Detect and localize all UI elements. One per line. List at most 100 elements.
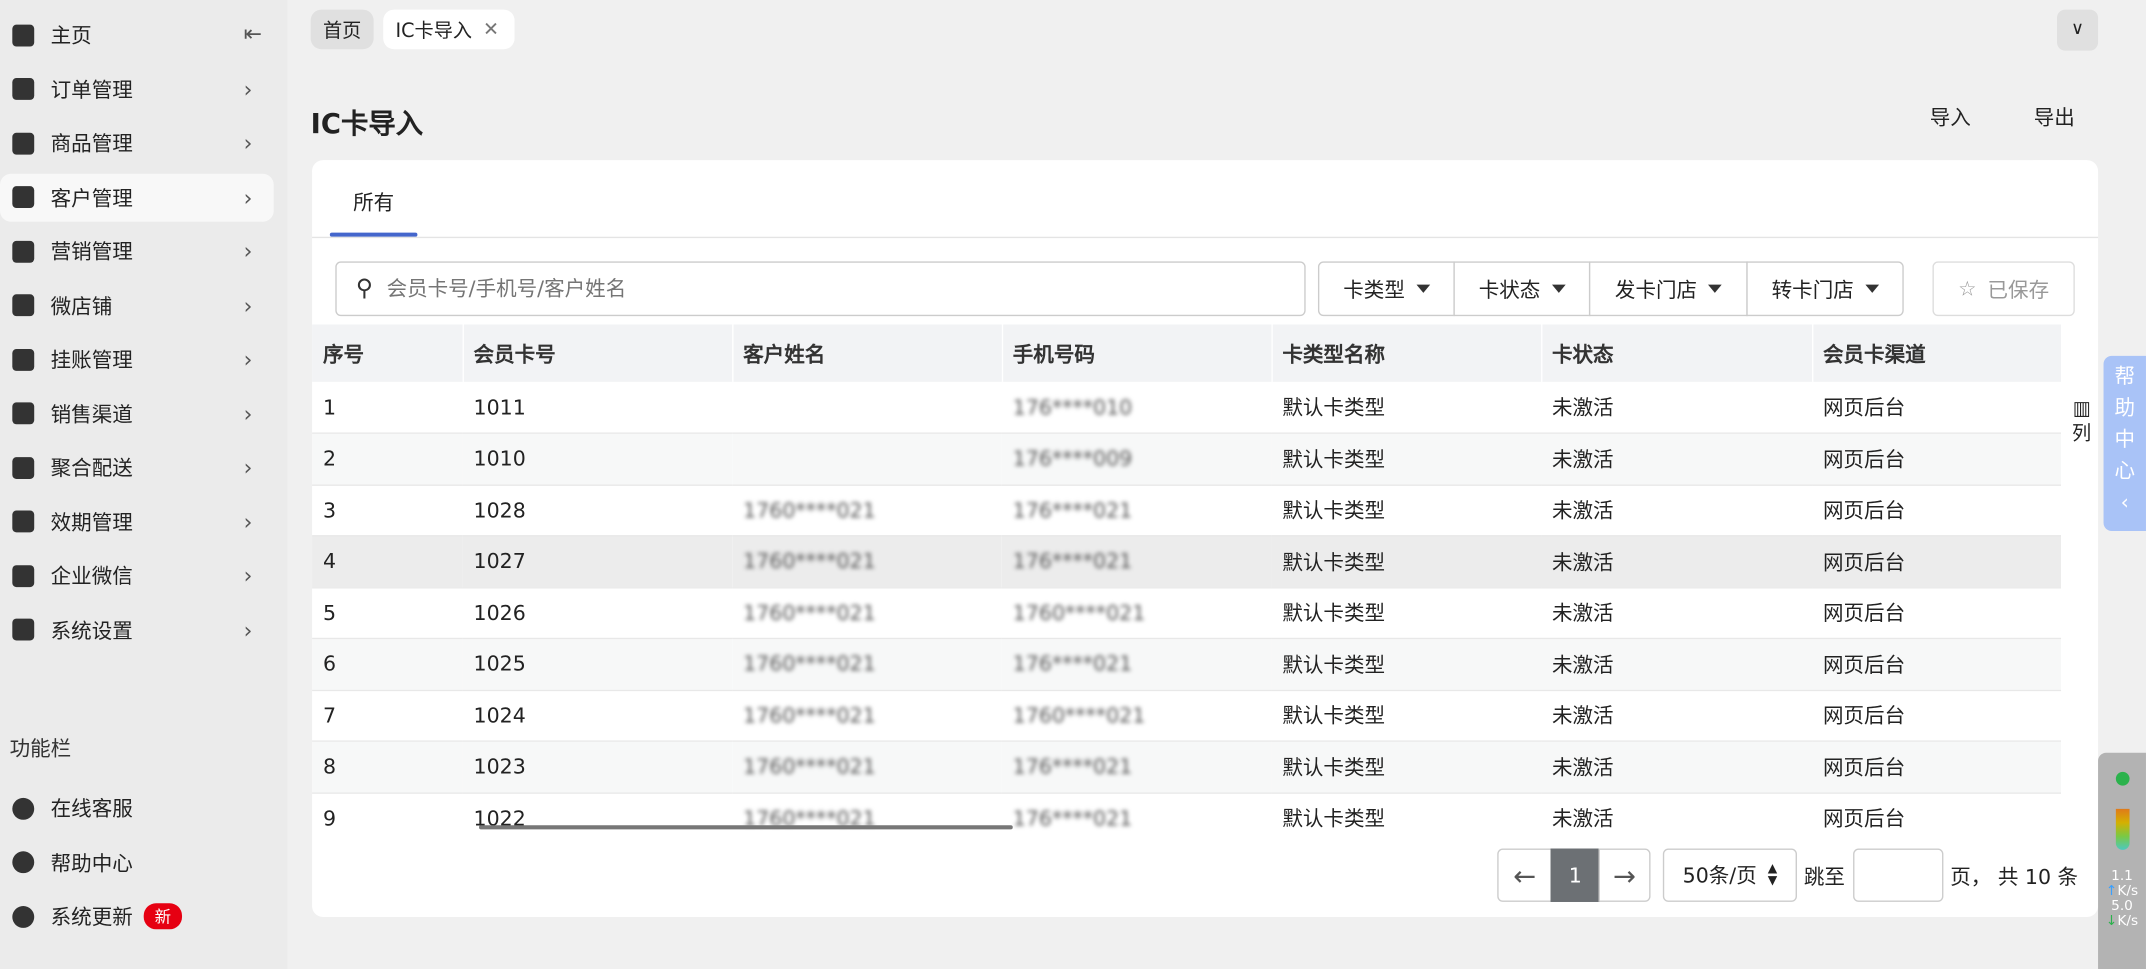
table-cell: 未激活	[1541, 484, 1813, 537]
tab-label: IC卡导入	[395, 19, 473, 42]
table-cell: 未激活	[1541, 638, 1813, 691]
cell-text: 默认卡类型	[1282, 601, 1386, 626]
table-row[interactable]: 8 1023 1760****021 176****021 默认卡类型 未激活 网页后台	[312, 741, 2062, 794]
home-icon	[12, 23, 35, 46]
filter-dropdown-1[interactable]: 卡状态	[1453, 261, 1591, 317]
table-cell: 默认卡类型	[1271, 484, 1542, 537]
filter-label: 卡类型	[1343, 277, 1405, 302]
column-header[interactable]: 会员卡号	[462, 324, 733, 382]
tool-item-2[interactable]: 系统更新新	[0, 892, 274, 940]
column-header[interactable]: 序号	[312, 324, 463, 382]
table-row[interactable]: 2 1010 176****009 默认卡类型 未激活 网页后台	[312, 433, 2062, 486]
column-header[interactable]: 客户姓名	[732, 324, 1002, 382]
current-page[interactable]: 1	[1550, 848, 1600, 902]
table-row[interactable]: 4 1027 1760****021 176****021 默认卡类型 未激活 网页后台	[312, 535, 2062, 588]
chevron-right-icon: ›	[243, 75, 253, 102]
cell-text: 默认卡类型	[1282, 395, 1386, 421]
sidebar-item-label: 订单管理	[50, 77, 133, 102]
sidebar: 主页 订单管理 › 商品管理 › 客户管理 › 营销管理 › 微店铺 › 挂账管理 › 销售渠道 › 聚合配送…	[0, 0, 288, 969]
column-header[interactable]: 手机号码	[1001, 324, 1272, 382]
sidebar-item-2[interactable]: 商品管理 ›	[0, 119, 274, 167]
export-button[interactable]: 导出	[2034, 103, 2075, 132]
sidebar-item-11[interactable]: 系统设置 ›	[0, 606, 274, 654]
search-field[interactable]	[386, 276, 1208, 302]
cell-text: 176****009	[1012, 446, 1133, 472]
filter-dropdown-3[interactable]: 转卡门店	[1746, 261, 1904, 317]
sidebar-item-4[interactable]: 营销管理 ›	[0, 227, 274, 275]
filter-label: 发卡门店	[1614, 277, 1698, 302]
sidebar-item-label: 系统设置	[50, 617, 133, 643]
search-icon: ⚲	[355, 275, 373, 303]
cell-text: 1760****021	[743, 754, 876, 780]
table-row[interactable]: 1 1011 176****010 默认卡类型 未激活 网页后台	[312, 381, 2062, 434]
jump-page-input[interactable]	[1853, 848, 1944, 902]
table-cell: 1760****021	[1001, 689, 1272, 742]
cell-text: 默认卡类型	[1282, 703, 1386, 729]
caret-down-icon	[1708, 284, 1722, 293]
table-cell: 默认卡类型	[1271, 689, 1542, 742]
caret-down-icon	[1415, 284, 1430, 293]
filter-dropdown-2[interactable]: 发卡门店	[1588, 261, 1748, 317]
help-center-tab[interactable]: 帮助中心 ‹	[2103, 355, 2146, 532]
table-cell: 未激活	[1541, 587, 1813, 640]
column-header[interactable]: 卡状态	[1541, 324, 1813, 382]
sidebar-item-3[interactable]: 客户管理 ›	[0, 173, 274, 222]
order-icon	[12, 78, 35, 100]
page-size-select[interactable]: 50条/页 ▲ ▼	[1662, 848, 1797, 902]
horizontal-scrollbar[interactable]	[479, 825, 1013, 830]
sidebar-item-10[interactable]: 企业微信 ›	[0, 552, 274, 600]
tab-ic-card-import[interactable]: IC卡导入 ✕	[383, 9, 515, 50]
sidebar-item-label: 挂账管理	[50, 347, 133, 373]
tool-item-1[interactable]: 帮助中心	[0, 838, 274, 886]
cell-text: 4	[322, 549, 337, 574]
table-cell: 网页后台	[1812, 535, 2062, 588]
search-input[interactable]: ⚲	[335, 261, 1306, 317]
columns-icon: ▥	[2072, 398, 2091, 421]
tabs-dropdown-button[interactable]: ∨	[2057, 9, 2099, 51]
gauge-icon	[2115, 808, 2129, 850]
table-cell: 网页后台	[1812, 741, 2062, 794]
sidebar-item-5[interactable]: 微店铺 ›	[0, 281, 274, 329]
table-row[interactable]: 5 1026 1760****021 1760****021 默认卡类型 未激活 网页后台	[312, 587, 2062, 640]
table-row[interactable]: 6 1025 1760****021 176****021 默认卡类型 未激活 网页后台	[312, 638, 2062, 691]
cell-text: 1027	[473, 549, 526, 574]
saved-button[interactable]: ☆ 已保存	[1932, 261, 2075, 317]
filter-dropdown-0[interactable]: 卡类型	[1317, 261, 1455, 317]
upload-speed: 1.1	[2111, 869, 2133, 885]
sidebar-item-9[interactable]: 效期管理 ›	[0, 497, 274, 545]
tab-home[interactable]: 首页	[310, 9, 374, 50]
sidebar-item-1[interactable]: 订单管理 ›	[0, 65, 274, 113]
page-size-value: 50条/页	[1682, 863, 1757, 889]
prev-page-button[interactable]: ←	[1497, 848, 1552, 902]
cell-text: 未激活	[1551, 652, 1614, 678]
tab-all[interactable]: 所有	[353, 187, 394, 216]
table-cell: 未激活	[1541, 741, 1813, 794]
table-row[interactable]: 3 1028 1760****021 176****021 默认卡类型 未激活 网页后台	[312, 484, 2062, 537]
table-cell: 4	[312, 535, 463, 588]
cell-text: 未激活	[1551, 601, 1614, 626]
table-cell: 1760****021	[732, 587, 1002, 640]
sidebar-item-8[interactable]: 聚合配送 ›	[0, 443, 274, 491]
collapse-sidebar-icon[interactable]: ⇤	[244, 21, 262, 47]
import-button[interactable]: 导入	[1930, 103, 1971, 132]
table-cell: 未激活	[1541, 381, 1813, 434]
tool-item-0[interactable]: 在线客服	[0, 784, 274, 832]
columns-button[interactable]: ▥ 列	[2069, 397, 2094, 446]
gear-icon	[12, 618, 35, 641]
table-cell: 2	[312, 433, 463, 486]
table-cell: 1760****021	[732, 689, 1002, 742]
column-header[interactable]: 会员卡渠道	[1812, 324, 2062, 382]
cell-text: 1024	[473, 703, 526, 728]
sidebar-item-6[interactable]: 挂账管理 ›	[0, 335, 274, 383]
close-icon[interactable]: ✕	[483, 18, 499, 40]
sidebar-item-0[interactable]: 主页	[0, 11, 274, 59]
help-center-char: 心	[2114, 458, 2136, 484]
sidebar-item-7[interactable]: 销售渠道 ›	[0, 389, 274, 437]
refresh-icon	[12, 905, 35, 928]
cell-text: 176****021	[1012, 805, 1133, 831]
table-row[interactable]: 7 1024 1760****021 1760****021 默认卡类型 未激活 网页后台	[312, 689, 2062, 742]
table-cell: 6	[312, 638, 463, 691]
next-page-button[interactable]: →	[1598, 848, 1651, 902]
cell-text: 1760****021	[1012, 600, 1146, 626]
column-header[interactable]: 卡类型名称	[1271, 324, 1542, 382]
